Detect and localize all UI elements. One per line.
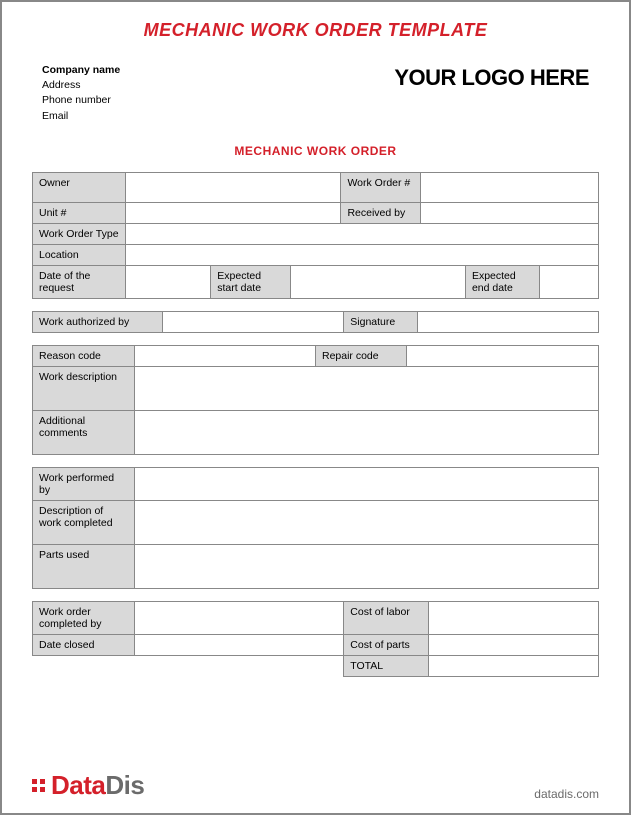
field-owner[interactable]	[126, 172, 341, 202]
field-work-description[interactable]	[134, 366, 598, 410]
phone-label: Phone number	[42, 93, 120, 108]
label-description-completed: Description of work completed	[33, 500, 135, 544]
label-cost-labor: Cost of labor	[344, 601, 429, 634]
field-authorized-by[interactable]	[163, 311, 344, 332]
field-unit-num[interactable]	[126, 202, 341, 223]
field-additional-comments[interactable]	[134, 410, 598, 454]
label-parts-used: Parts used	[33, 544, 135, 588]
email-label: Email	[42, 109, 120, 124]
field-signature[interactable]	[417, 311, 598, 332]
address-label: Address	[42, 78, 120, 93]
spacer-cell	[33, 655, 344, 676]
field-completed-by[interactable]	[134, 601, 343, 634]
site-url: datadis.com	[534, 787, 599, 801]
field-parts-used[interactable]	[134, 544, 598, 588]
field-description-completed[interactable]	[134, 500, 598, 544]
field-expected-end[interactable]	[539, 265, 598, 298]
brand-logo: DataDis	[32, 770, 144, 801]
label-authorized-by: Work authorized by	[33, 311, 163, 332]
label-signature: Signature	[344, 311, 418, 332]
label-cost-parts: Cost of parts	[344, 634, 429, 655]
main-title: MECHANIC WORK ORDER TEMPLATE	[32, 20, 599, 41]
field-date-request[interactable]	[126, 265, 211, 298]
label-owner: Owner	[33, 172, 126, 202]
field-cost-parts[interactable]	[429, 634, 599, 655]
label-reason-code: Reason code	[33, 345, 135, 366]
section-header-info: Owner Work Order # Unit # Received by Wo…	[32, 172, 599, 299]
logo-placeholder: YOUR LOGO HERE	[394, 65, 589, 91]
field-date-closed[interactable]	[134, 634, 343, 655]
label-expected-start: Expected start date	[211, 265, 290, 298]
label-unit-num: Unit #	[33, 202, 126, 223]
label-total: TOTAL	[344, 655, 429, 676]
label-expected-end: Expected end date	[465, 265, 539, 298]
label-repair-code: Repair code	[315, 345, 406, 366]
field-total[interactable]	[429, 655, 599, 676]
subheader: MECHANIC WORK ORDER	[32, 144, 599, 158]
field-location[interactable]	[126, 244, 599, 265]
label-received-by: Received by	[341, 202, 420, 223]
company-block: Company name Address Phone number Email	[42, 63, 120, 124]
label-work-performed-by: Work performed by	[33, 467, 135, 500]
label-additional-comments: Additional comments	[33, 410, 135, 454]
field-work-order-num[interactable]	[420, 172, 598, 202]
field-cost-labor[interactable]	[429, 601, 599, 634]
field-expected-start[interactable]	[290, 265, 465, 298]
section-work-performed: Work performed by Description of work co…	[32, 467, 599, 589]
brand-text: DataDis	[51, 770, 144, 801]
header-row: Company name Address Phone number Email …	[42, 63, 589, 124]
label-work-description: Work description	[33, 366, 135, 410]
section-authorization: Work authorized by Signature	[32, 311, 599, 333]
field-reason-code[interactable]	[134, 345, 315, 366]
label-location: Location	[33, 244, 126, 265]
field-repair-code[interactable]	[406, 345, 598, 366]
field-work-performed-by[interactable]	[134, 467, 598, 500]
label-work-order-type: Work Order Type	[33, 223, 126, 244]
company-name-label: Company name	[42, 63, 120, 78]
label-date-closed: Date closed	[33, 634, 135, 655]
label-date-request: Date of the request	[33, 265, 126, 298]
label-completed-by: Work order completed by	[33, 601, 135, 634]
brand-dots-icon	[32, 779, 45, 792]
field-received-by[interactable]	[420, 202, 598, 223]
section-description: Reason code Repair code Work description…	[32, 345, 599, 455]
footer: DataDis datadis.com	[32, 770, 599, 801]
field-work-order-type[interactable]	[126, 223, 599, 244]
section-costs: Work order completed by Cost of labor Da…	[32, 601, 599, 677]
page-container: MECHANIC WORK ORDER TEMPLATE Company nam…	[0, 0, 631, 815]
label-work-order-num: Work Order #	[341, 172, 420, 202]
